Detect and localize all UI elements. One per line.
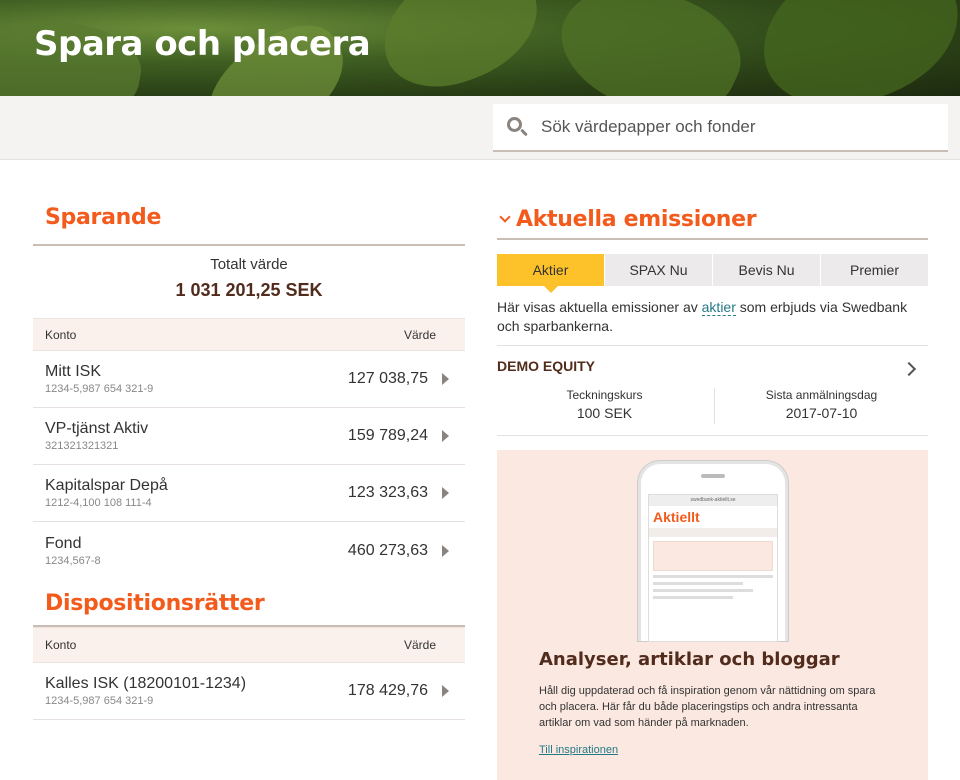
account-row[interactable]: Kalles ISK (18200101-1234) 1234-5,987 65… — [33, 663, 465, 720]
account-name: Kalles ISK (18200101-1234) — [45, 675, 247, 692]
promo-title: Analyser, artiklar och bloggar — [539, 649, 840, 670]
disp-title: Dispositionsrätter — [45, 591, 265, 616]
account-value: 178 429,76 — [347, 682, 428, 699]
account-name: Mitt ISK — [45, 363, 102, 380]
promo-link[interactable]: Till inspirationen — [539, 744, 618, 756]
phone-illustration: swedbank-aktiellt.se Aktiellt — [638, 461, 788, 642]
leaf-decoration — [366, 0, 554, 96]
leaf-decoration — [745, 0, 960, 96]
arrow-right-icon — [442, 373, 449, 385]
chevron-right-icon — [901, 361, 917, 377]
aktier-link[interactable]: aktier — [701, 299, 736, 316]
tab-premier[interactable]: Premier — [821, 254, 928, 286]
equity-name: DEMO EQUITY — [497, 358, 596, 374]
account-value: 159 789,24 — [347, 427, 428, 444]
tab-spax-nu[interactable]: SPAX Nu — [605, 254, 713, 286]
table-header: Konto Värde — [33, 627, 465, 663]
total-label: Totalt värde — [210, 256, 288, 273]
promo-card: swedbank-aktiellt.se Aktiellt Analyser, … — [497, 450, 928, 780]
column-varde: Värde — [403, 638, 436, 652]
account-number: 1212-4,100 108 111-4 — [45, 497, 152, 509]
account-number: 1234-5,987 654 321-9 — [45, 383, 154, 395]
account-name: Fond — [45, 534, 82, 552]
anmalningsdag-value: 2017-07-10 — [785, 405, 858, 421]
account-row[interactable]: Fond 1234,567-8 460 273,63 — [33, 522, 465, 579]
account-row[interactable]: VP-tjänst Aktiv 321321321321 159 789,24 — [33, 408, 465, 465]
account-value: 460 273,63 — [347, 541, 428, 559]
page-title: Spara och placera — [34, 24, 371, 64]
arrow-right-icon — [442, 685, 449, 697]
column-konto: Konto — [45, 327, 77, 342]
column-konto: Konto — [45, 638, 77, 652]
equity-item[interactable]: DEMO EQUITY Teckningskurs 100 SEK Sista … — [497, 346, 928, 436]
teckningskurs: Teckningskurs 100 SEK — [527, 388, 682, 421]
arrow-right-icon — [442, 544, 449, 557]
sparande-title: Sparande — [45, 205, 162, 230]
column-varde: Värde — [403, 327, 436, 342]
sparande-section: Sparande Totalt värde 1 031 201,25 SEK K… — [33, 200, 465, 720]
account-name: VP-tjänst Aktiv — [45, 420, 149, 437]
search-input[interactable] — [541, 117, 921, 137]
account-row[interactable]: Kapitalspar Depå 1212-4,100 108 111-4 12… — [33, 465, 465, 522]
account-row[interactable]: Mitt ISK 1234-5,987 654 321-9 127 038,75 — [33, 351, 465, 408]
arrow-right-icon — [442, 430, 449, 442]
anmalningsdag-label: Sista anmälningsdag — [765, 388, 878, 402]
chevron-down-icon — [499, 211, 511, 223]
search-icon — [505, 115, 529, 139]
table-header: Konto Värde — [33, 318, 465, 351]
sparande-header: Sparande — [33, 200, 465, 246]
search-field[interactable] — [493, 104, 948, 152]
account-value: 127 038,75 — [347, 370, 428, 387]
leaf-decoration — [543, 0, 757, 96]
teckningskurs-label: Teckningskurs — [566, 388, 643, 402]
emission-tabs: Aktier SPAX Nu Bevis Nu Premier — [497, 254, 928, 293]
account-number: 321321321321 — [45, 440, 119, 452]
emissioner-section: Aktuella emissioner Aktier SPAX Nu Bevis… — [497, 200, 928, 780]
sista-anmalningsdag: Sista anmälningsdag 2017-07-10 — [714, 388, 928, 424]
phone-url: swedbank-aktiellt.se — [649, 495, 777, 506]
emissioner-title: Aktuella emissioner — [516, 206, 757, 232]
teckningskurs-value: 100 SEK — [576, 405, 633, 421]
total-value: 1 031 201,25 SEK — [175, 280, 323, 300]
emission-intro: Här visas aktuella emissioner av aktier … — [497, 298, 928, 346]
tab-aktier[interactable]: Aktier — [497, 254, 605, 293]
arrow-right-icon — [442, 487, 449, 499]
promo-text: Håll dig uppdaterad och få inspiration g… — [539, 685, 876, 729]
phone-brand: Aktiellt — [653, 509, 700, 525]
total-value-box: Totalt värde 1 031 201,25 SEK — [33, 246, 465, 318]
intro-text: Här visas aktuella emissioner av — [497, 299, 702, 315]
account-number: 1234-5,987 654 321-9 — [45, 695, 154, 707]
emissioner-header[interactable]: Aktuella emissioner — [497, 200, 928, 240]
account-number: 1234,567-8 — [45, 554, 101, 567]
account-name: Kapitalspar Depå — [45, 477, 168, 494]
account-value: 123 323,63 — [347, 484, 428, 501]
dispositionsratter-section: Dispositionsrätter Konto Värde Kalles IS… — [33, 591, 465, 720]
tab-bevis-nu[interactable]: Bevis Nu — [713, 254, 821, 286]
hero-banner: Spara och placera — [0, 0, 960, 96]
disp-header: Dispositionsrätter — [33, 591, 465, 627]
